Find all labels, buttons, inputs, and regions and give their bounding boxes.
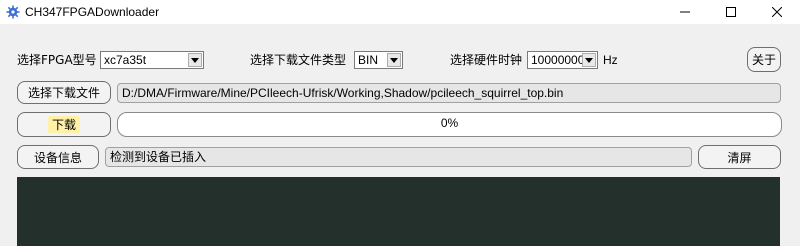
progress-text: 0% [440, 116, 459, 130]
close-button[interactable] [754, 0, 800, 24]
output-console[interactable] [17, 177, 780, 246]
file-type-label: 选择下载文件类型 [250, 53, 347, 67]
maximize-icon [726, 7, 736, 17]
file-path-field[interactable]: D:/DMA/Firmware/Mine/PCIleech-Ufrisk/Wor… [117, 83, 781, 103]
close-icon [772, 7, 782, 17]
maximize-button[interactable] [708, 0, 754, 24]
download-button-label: 下载 [47, 116, 80, 133]
chevron-down-icon[interactable] [188, 53, 202, 67]
app-icon [6, 5, 20, 19]
chevron-down-icon[interactable] [387, 53, 401, 67]
fpga-model-value: xc7a35t [104, 53, 147, 67]
clock-value: 10000000 [531, 53, 585, 67]
download-progress-bar: 0% [117, 112, 782, 137]
clear-screen-button[interactable]: 清屏 [698, 145, 781, 169]
clock-label: 选择硬件时钟 [450, 53, 523, 67]
chevron-down-icon[interactable] [582, 53, 596, 67]
window-title: CH347FPGADownloader [25, 5, 160, 19]
select-file-button[interactable]: 选择下载文件 [17, 81, 111, 104]
minimize-icon [680, 11, 690, 13]
device-info-button[interactable]: 设备信息 [17, 145, 99, 169]
fpga-model-select[interactable]: xc7a35t [100, 51, 204, 69]
file-type-value: BIN [358, 53, 379, 67]
title-bar: CH347FPGADownloader [0, 0, 800, 24]
clock-select[interactable]: 10000000 [527, 51, 598, 69]
download-button[interactable]: 下载 [17, 112, 111, 137]
file-type-select[interactable]: BIN [354, 51, 403, 69]
minimize-button[interactable] [662, 0, 708, 24]
device-status-field: 检测到设备已插入 [105, 147, 692, 167]
clock-unit: Hz [603, 53, 618, 67]
fpga-model-label: 选择FPGA型号 [17, 53, 97, 67]
about-button[interactable]: 关于 [747, 47, 781, 72]
